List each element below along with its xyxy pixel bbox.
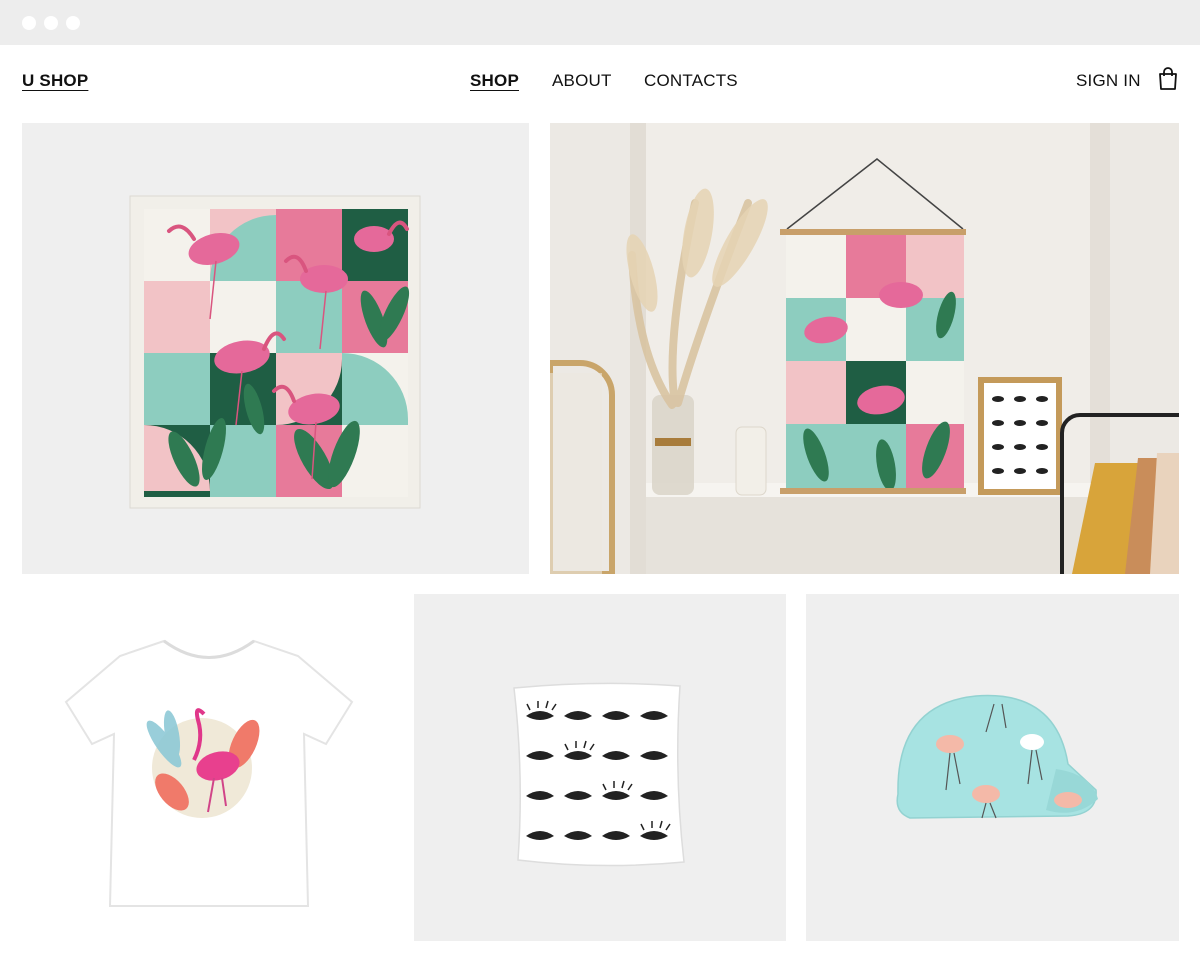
product-tile-tshirt[interactable] xyxy=(22,594,394,941)
sign-in-link[interactable]: SIGN IN xyxy=(1076,71,1141,91)
flamingo-scarf-image xyxy=(129,195,421,509)
window-minimize-button[interactable] xyxy=(44,16,58,30)
nav-link-shop[interactable]: SHOP xyxy=(470,71,519,91)
product-tile-cap[interactable] xyxy=(806,594,1179,941)
browser-chrome xyxy=(0,0,1200,45)
flamingo-tshirt-image xyxy=(64,639,354,907)
eyes-pillow-image xyxy=(513,682,685,867)
window-maximize-button[interactable] xyxy=(66,16,80,30)
flamingo-poster-room-image xyxy=(550,123,1179,574)
site-logo[interactable]: U SHOP xyxy=(22,71,88,91)
nav-link-about[interactable]: ABOUT xyxy=(552,71,612,91)
site-header: U SHOP SHOP ABOUT CONTACTS SIGN IN xyxy=(0,45,1200,123)
window-close-button[interactable] xyxy=(22,16,36,30)
shopping-bag-icon[interactable] xyxy=(1157,67,1179,91)
product-tile-pillow[interactable] xyxy=(414,594,786,941)
product-tile-poster[interactable] xyxy=(550,123,1179,574)
nav-link-contacts[interactable]: CONTACTS xyxy=(644,71,738,91)
product-tile-scarf[interactable] xyxy=(22,123,529,574)
flamingo-cap-image xyxy=(896,694,1098,819)
